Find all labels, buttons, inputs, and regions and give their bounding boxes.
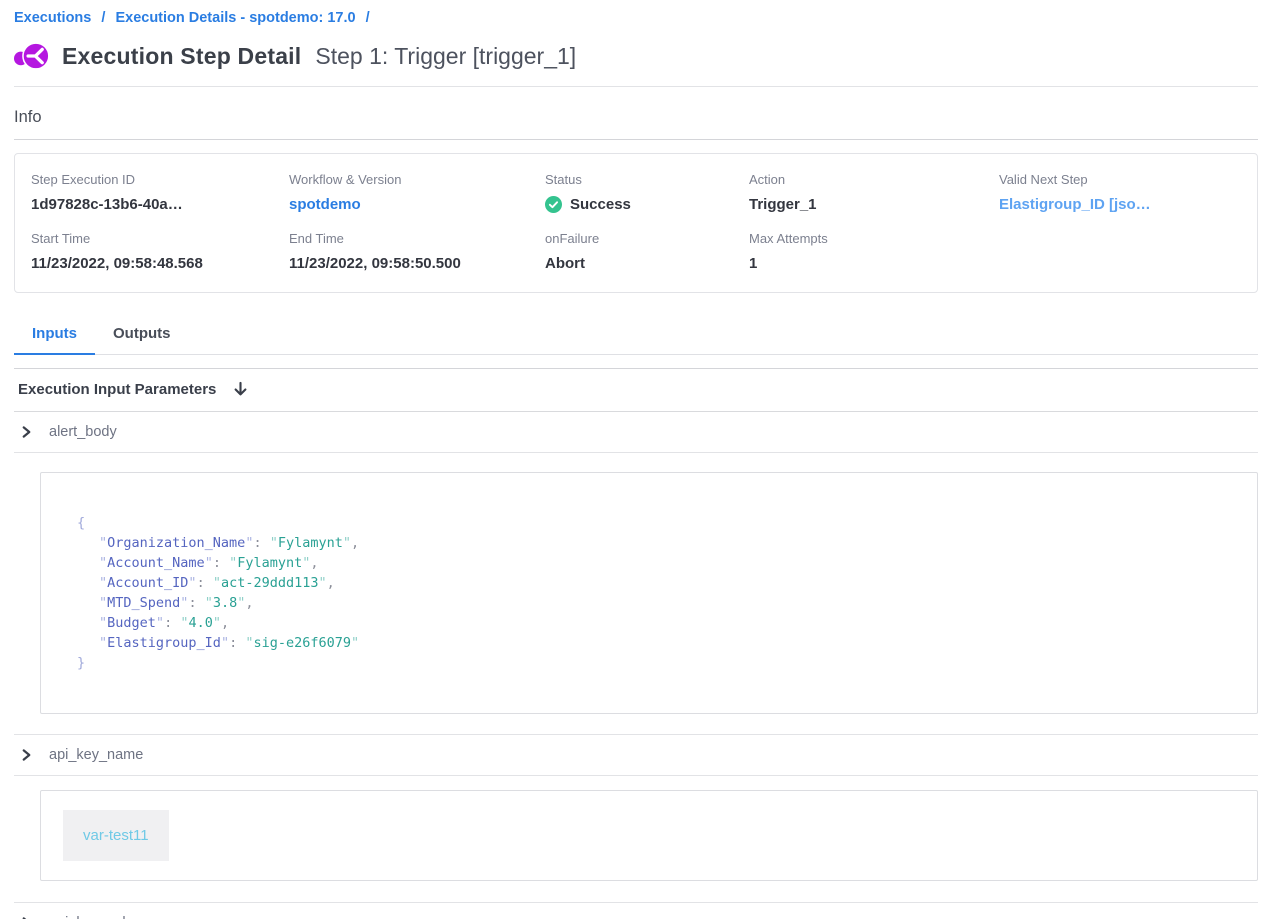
divider (14, 139, 1258, 140)
section-name: api_key_name (49, 747, 143, 763)
breadcrumb-link-executions[interactable]: Executions (14, 10, 91, 26)
tab-outputs[interactable]: Outputs (95, 318, 189, 354)
field-value: 1 (749, 255, 999, 272)
info-field-end-time: End Time 11/23/2022, 09:58:50.500 (289, 231, 545, 272)
field-value: Abort (545, 255, 749, 272)
section-name: api_key_value (49, 915, 142, 919)
field-label: Action (749, 172, 999, 187)
field-value[interactable]: spotdemo (289, 196, 545, 213)
check-circle-icon (545, 196, 562, 213)
execution-step-detail-page: Executions / Execution Details - spotdem… (0, 0, 1272, 919)
breadcrumb-link-execution-details[interactable]: Execution Details - spotdemo: 17.0 (115, 10, 355, 26)
field-label: Valid Next Step (999, 172, 1241, 187)
field-label: Start Time (31, 231, 289, 246)
breadcrumb: Executions / Execution Details - spotdem… (14, 0, 1258, 26)
info-field-start-time: Start Time 11/23/2022, 09:58:48.568 (31, 231, 289, 272)
field-label: Max Attempts (749, 231, 999, 246)
breadcrumb-separator: / (101, 10, 105, 26)
info-card: Step Execution ID 1d97828c-13b6-40a…Workf… (14, 153, 1258, 293)
page-header: Execution Step Detail Step 1: Trigger [t… (14, 41, 1258, 72)
fylamynt-logo-icon (14, 41, 50, 72)
divider (14, 86, 1258, 87)
field-value: 11/23/2022, 09:58:50.500 (289, 255, 545, 272)
page-subtitle: Step 1: Trigger [trigger_1] (315, 43, 576, 70)
params-header-label: Execution Input Parameters (18, 381, 216, 398)
field-label: onFailure (545, 231, 749, 246)
info-field-action: Action Trigger_1 (749, 172, 999, 213)
info-field-onfailure: onFailure Abort (545, 231, 749, 272)
section-row-alert-body[interactable]: alert_body (14, 412, 1258, 453)
breadcrumb-separator: / (366, 10, 370, 26)
alert-body-json-viewer: {"Organization_Name": "Fylamynt","Accoun… (40, 472, 1258, 714)
api-key-name-chip: var-test11 (63, 810, 169, 861)
page-title: Execution Step Detail (62, 43, 301, 70)
section-name: alert_body (49, 424, 117, 440)
chevron-right-icon (19, 748, 33, 762)
info-field-valid-next-step: Valid Next Step Elastigroup_ID [jso… (999, 172, 1241, 213)
info-heading: Info (14, 108, 1258, 127)
info-field-step-execution-id: Step Execution ID 1d97828c-13b6-40a… (31, 172, 289, 213)
api-key-name-value-box: var-test11 (40, 790, 1258, 881)
info-field-workflow-version: Workflow & Version spotdemo (289, 172, 545, 213)
arrow-down-icon[interactable] (232, 381, 249, 398)
info-field-max-attempts: Max Attempts 1 (749, 231, 999, 272)
tabs: InputsOutputs (14, 318, 1258, 355)
section-row-api-key-value[interactable]: api_key_value (14, 903, 1258, 919)
field-value[interactable]: Elastigroup_ID [jso… (999, 196, 1241, 213)
field-value: 11/23/2022, 09:58:48.568 (31, 255, 289, 272)
field-value: Trigger_1 (749, 196, 999, 213)
status-text: Success (570, 196, 631, 213)
field-value: 1d97828c-13b6-40a… (31, 196, 289, 213)
field-label: Workflow & Version (289, 172, 545, 187)
field-label: Status (545, 172, 749, 187)
section-row-api-key-name[interactable]: api_key_name (14, 735, 1258, 776)
tab-inputs[interactable]: Inputs (14, 318, 95, 355)
field-label: End Time (289, 231, 545, 246)
field-value: Success (545, 196, 749, 213)
chevron-right-icon (19, 425, 33, 439)
execution-input-parameters-header: Execution Input Parameters (14, 369, 1258, 412)
info-field-status: Status Success (545, 172, 749, 213)
field-label: Step Execution ID (31, 172, 289, 187)
